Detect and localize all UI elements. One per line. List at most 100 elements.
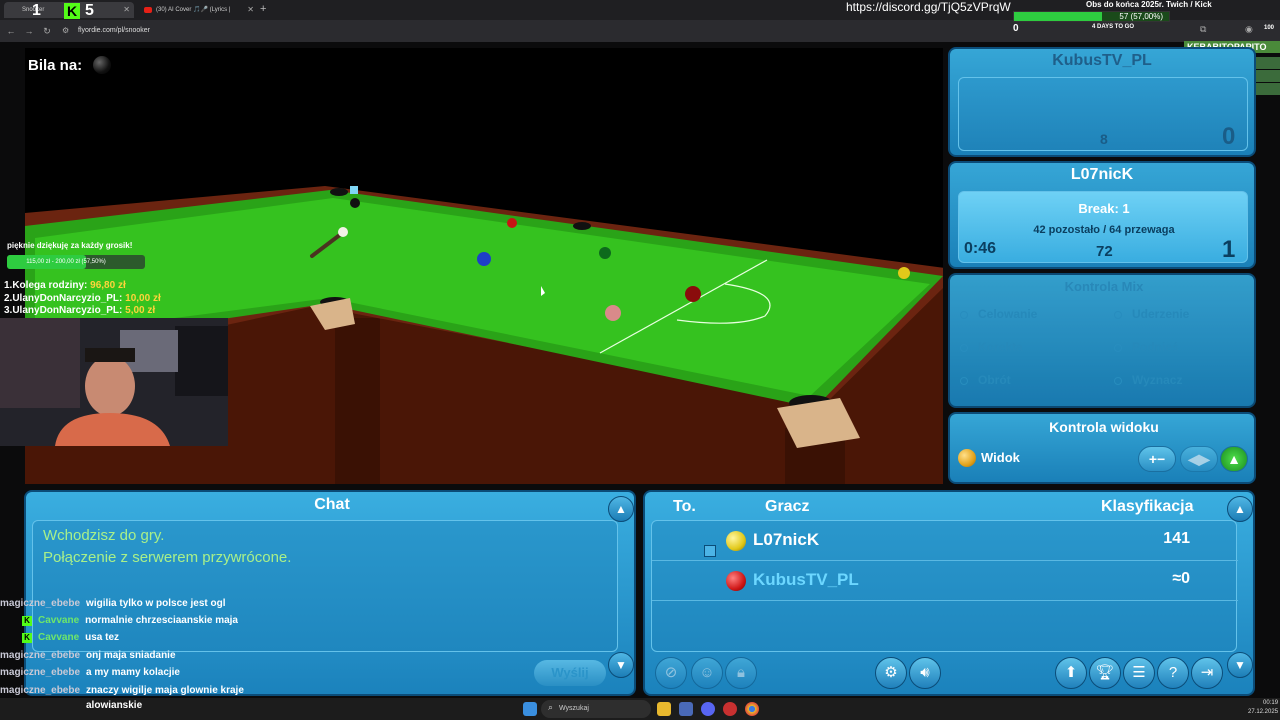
block-icon[interactable]: ⊘	[655, 657, 687, 689]
player1-frames: 8	[1100, 131, 1108, 147]
radio-icon	[1114, 376, 1122, 385]
donation-progress-bar: 115,00 zł - 200,00 zł (57,50%)	[7, 255, 145, 269]
send-button[interactable]: Wyślij	[534, 660, 606, 686]
pink-ball	[605, 305, 621, 321]
chrome-icon[interactable]	[745, 702, 759, 716]
player1-panel: KubusTV_PL 8 0	[948, 47, 1256, 157]
trophy-icon[interactable]: 🏆︎	[1089, 657, 1121, 689]
url-field[interactable]: flyordie.com/pl/snooker	[78, 20, 150, 42]
control-correct[interactable]: Korekta	[960, 340, 1023, 354]
taskbar-clock[interactable]: 00:19 27.12.2025	[1248, 699, 1278, 717]
aim-marker-icon	[350, 186, 358, 194]
forward-icon[interactable]: →	[22, 24, 36, 38]
col-to: To.	[673, 498, 696, 515]
players-scroll-down-icon[interactable]: ▼	[1227, 652, 1253, 678]
chat-messages: Wchodzisz do gry. Połączenie z serwerem …	[32, 520, 618, 652]
back-icon[interactable]: ←	[4, 24, 18, 38]
extensions-icon[interactable]: ⧉	[1200, 24, 1206, 35]
file-explorer-icon[interactable]	[657, 702, 671, 716]
settings-icon[interactable]: ⚙	[875, 657, 907, 689]
search-icon: ⌕	[548, 702, 554, 712]
red-ball	[507, 218, 517, 228]
exit-icon[interactable]: ⇥	[1191, 657, 1223, 689]
app-icon[interactable]	[723, 702, 737, 716]
blue-ball	[477, 252, 491, 266]
webcam-image	[0, 318, 228, 446]
kick-logo-icon: K	[64, 3, 80, 19]
brown-ball	[685, 286, 701, 302]
col-player: Gracz	[765, 498, 810, 515]
app-icon[interactable]	[679, 702, 693, 716]
ball-on-indicator	[93, 56, 111, 74]
player-rank: ≈0	[1172, 570, 1190, 587]
player-name: KubusTV_PL	[753, 570, 859, 589]
yellow-ball	[898, 267, 910, 279]
player1-score: 0	[1222, 123, 1236, 150]
control-aim[interactable]: Celowanie	[960, 307, 1037, 321]
close-icon[interactable]: ✕	[247, 2, 254, 18]
radio-icon	[960, 343, 968, 352]
tab-ai-cover[interactable]: (30) AI Cover 🎵🎤 (Lyrics | ✕	[138, 2, 258, 18]
search-input[interactable]: Wyszukaj	[541, 700, 651, 718]
pocket	[573, 222, 591, 230]
kick-badge-icon: K	[22, 633, 32, 643]
table-leg	[335, 318, 380, 484]
player-row[interactable]: L07nicK 141	[652, 521, 1238, 561]
control-strike[interactable]: Uderzenie	[1114, 307, 1189, 321]
remaining-label: 42 pozostało / 64 przewaga	[1033, 224, 1175, 236]
zoom-in-out-button[interactable]: +−	[1138, 446, 1176, 472]
control-rotate[interactable]: Obrót	[960, 373, 1011, 387]
close-icon[interactable]: ✕	[123, 2, 130, 18]
taskbar: alowianskie Wyszukaj ⌕ 00:19 27.12.2025	[0, 698, 1280, 720]
control-raise[interactable]: Podnieś	[1114, 340, 1179, 354]
windows-start-icon[interactable]	[523, 702, 537, 716]
col-rank: Klasyfikacja	[1101, 498, 1194, 515]
black-ball	[350, 198, 360, 208]
view-control-panel: Kontrola widoku Widok +− ◀▶ ▲	[948, 412, 1256, 484]
stream-chat-message: K Cavvane normalnie chrzesciaanskie maja	[22, 615, 238, 626]
view-control-title: Kontrola widoku	[1049, 419, 1159, 435]
green-ball	[599, 247, 611, 259]
reload-icon[interactable]: ↻	[40, 24, 54, 38]
player-row[interactable]: KubusTV_PL ≈0	[652, 561, 1238, 601]
kick-badge-icon: K	[22, 616, 32, 626]
goal-progress-text: 57 (57,00%)	[1119, 12, 1163, 21]
stream-chat-message: K Cavvane usa tez	[22, 632, 119, 643]
discord-icon[interactable]	[701, 702, 715, 716]
top-donor: 1.Kolega rodziny: 96,80 zł	[4, 280, 126, 291]
chat-icon[interactable]: ☰	[1123, 657, 1155, 689]
view-toggle-icon[interactable]	[958, 449, 976, 467]
radio-icon	[1114, 343, 1122, 352]
players-scroll-up-icon[interactable]: ▲	[1227, 496, 1253, 522]
new-tab-button[interactable]: +	[260, 3, 266, 15]
donation-progress-text: 115,00 zł - 200,00 zł (57,50%)	[26, 259, 106, 265]
stream-number-1: 1	[32, 2, 41, 19]
player2-score: 1	[1222, 236, 1236, 263]
site-info-icon[interactable]: ⚙	[62, 26, 69, 35]
help-icon[interactable]: ?	[1157, 657, 1189, 689]
lock-icon[interactable]: 🔒︎	[725, 657, 757, 689]
control-set[interactable]: Wyznacz	[1114, 373, 1182, 387]
red-ball-icon	[726, 571, 746, 591]
goal-title: Obs do końca 2025r. Twich / Kick	[1086, 0, 1212, 9]
top-donor: 2.UlanyDonNarcyzio_PL: 10,00 zł	[4, 293, 161, 304]
player2-panel: L07nicK Break: 1 42 pozostało / 64 przew…	[948, 161, 1256, 269]
shot-timer: 0:46	[964, 240, 997, 257]
profile-icon[interactable]: ☺	[691, 657, 723, 689]
goal-end-value: 100	[1264, 25, 1275, 31]
player2-name: L07nicK	[1070, 166, 1134, 183]
yellow-ball-icon	[726, 531, 746, 551]
top-view-button[interactable]: ▲	[1220, 446, 1248, 472]
chat-message: Wchodzisz do gry.	[43, 527, 165, 544]
donation-title: pięknie dziękuję za każdy grosik!	[7, 241, 133, 250]
leaderboard-icon[interactable]: ⬆	[1055, 657, 1087, 689]
profile-icon[interactable]: ◉	[1245, 24, 1253, 35]
player1-name: KubusTV_PL	[1052, 52, 1152, 69]
sound-icon[interactable]: 🔊︎	[909, 657, 941, 689]
stream-chat-message: magiczne_ebebe znaczy wigilje maja glowni…	[0, 685, 244, 696]
chat-scroll-down-icon[interactable]: ▼	[608, 652, 634, 678]
pan-button[interactable]: ◀▶	[1180, 446, 1218, 472]
chat-scroll-up-icon[interactable]: ▲	[608, 496, 634, 522]
goal-start-value: 0	[1013, 23, 1019, 34]
stream-chat-message: magiczne_ebebe a my mamy kolacjie	[0, 667, 180, 678]
